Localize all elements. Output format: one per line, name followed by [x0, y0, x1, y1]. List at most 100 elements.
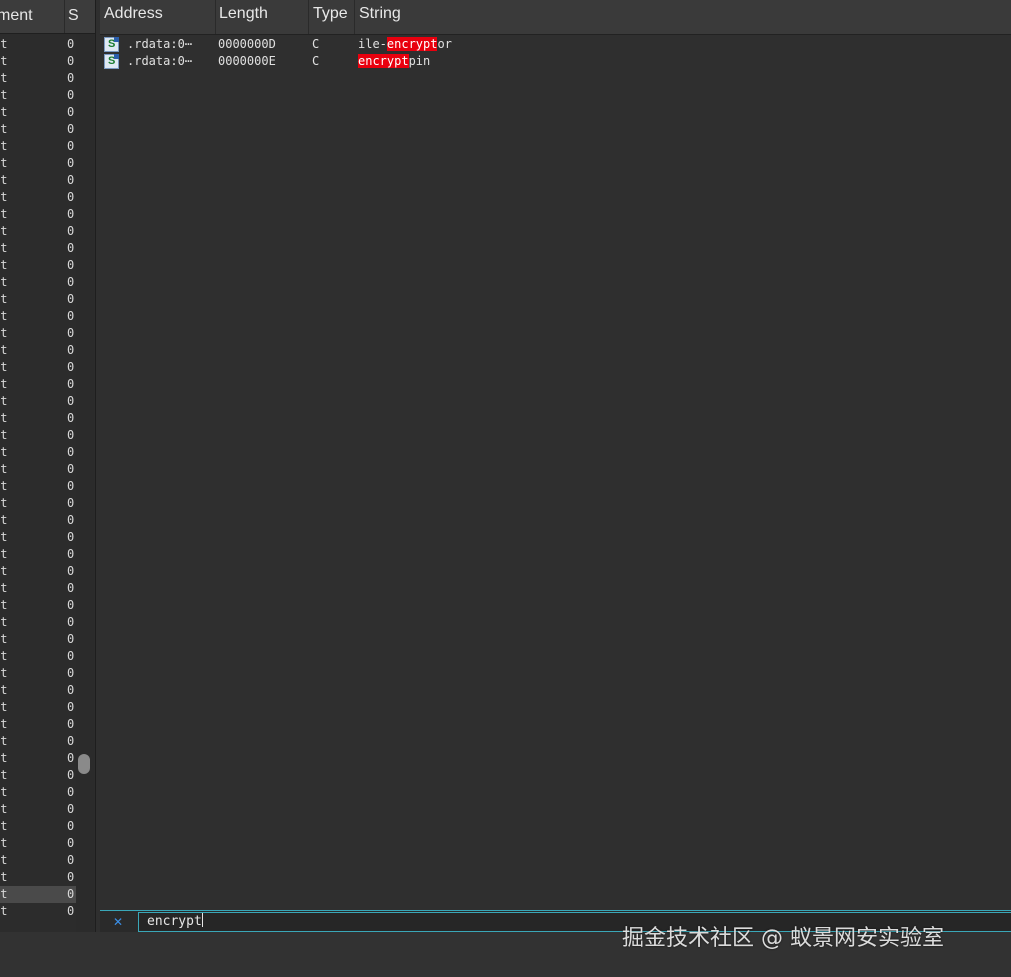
segment-row[interactable]: xt 0: [0, 852, 76, 869]
segment-name: xt: [0, 887, 8, 901]
segment-name: xt: [0, 751, 8, 765]
column-header-address[interactable]: Address: [100, 0, 216, 34]
segment-name: xt: [0, 54, 8, 68]
second-column-header[interactable]: S: [65, 0, 78, 33]
segment-row[interactable]: xt 0: [0, 733, 76, 750]
segment-row[interactable]: xt 0: [0, 189, 76, 206]
segment-row[interactable]: xt 0: [0, 495, 76, 512]
segment-row[interactable]: xt 0: [0, 342, 76, 359]
segment-row[interactable]: xt 0: [0, 716, 76, 733]
segment-row[interactable]: xt 0: [0, 614, 76, 631]
segment-row[interactable]: xt 0: [0, 393, 76, 410]
segment-value: 0: [67, 598, 75, 612]
segment-row[interactable]: xt 0: [0, 240, 76, 257]
row-length: 0000000E: [218, 54, 276, 68]
row-address: .rdata:0⋯: [127, 54, 193, 68]
segment-row[interactable]: xt 0: [0, 308, 76, 325]
string-row[interactable]: S .rdata:0⋯ 0000000E C encryptpin: [100, 53, 1011, 70]
segment-value: 0: [67, 428, 75, 442]
segment-row[interactable]: xt 0: [0, 767, 76, 784]
column-header-string[interactable]: String: [355, 0, 1011, 34]
column-header-type[interactable]: Type: [309, 0, 355, 34]
segment-name: xt: [0, 700, 8, 714]
segment-row[interactable]: xt 0: [0, 70, 76, 87]
segment-row[interactable]: xt 0: [0, 563, 76, 580]
segment-name: xt: [0, 377, 8, 391]
segment-row[interactable]: xt 0: [0, 699, 76, 716]
segment-row[interactable]: xt 0: [0, 53, 76, 70]
segment-row[interactable]: xt 0: [0, 903, 76, 920]
segment-name: xt: [0, 513, 8, 527]
segment-value: 0: [67, 819, 75, 833]
segment-row[interactable]: xt 0: [0, 478, 76, 495]
segment-value: 0: [67, 88, 75, 102]
segment-row[interactable]: xt 0: [0, 87, 76, 104]
column-header-length[interactable]: Length: [215, 0, 309, 34]
segment-row[interactable]: xt 0: [0, 410, 76, 427]
watermark: 掘金技术社区 @ 蚁景网安实验室: [622, 926, 944, 951]
segment-row[interactable]: xt 0: [0, 580, 76, 597]
segment-row[interactable]: xt 0: [0, 121, 76, 138]
segment-value: 0: [67, 360, 75, 374]
close-icon[interactable]: ✕: [110, 914, 126, 930]
segments-header: ment S: [0, 0, 95, 34]
segment-row[interactable]: xt 0: [0, 104, 76, 121]
segment-row[interactable]: xt 0: [0, 444, 76, 461]
string-row[interactable]: S .rdata:0⋯ 0000000D C ile-encryptor: [100, 36, 1011, 53]
segment-row[interactable]: xt 0: [0, 138, 76, 155]
segment-value: 0: [67, 258, 75, 272]
segment-row[interactable]: xt 0: [0, 784, 76, 801]
segments-scrollbar[interactable]: [76, 34, 94, 932]
segment-row[interactable]: xt 0: [0, 648, 76, 665]
segment-row[interactable]: xt 0: [0, 869, 76, 886]
segment-name: xt: [0, 224, 8, 238]
segment-row[interactable]: xt 0: [0, 801, 76, 818]
segment-row[interactable]: xt 0: [0, 682, 76, 699]
segment-row[interactable]: xt 0: [0, 274, 76, 291]
segment-row[interactable]: xt 0: [0, 36, 76, 53]
segment-row[interactable]: xt 0: [0, 631, 76, 648]
segment-value: 0: [67, 326, 75, 340]
scrollbar-thumb[interactable]: [78, 754, 90, 774]
segment-value: 0: [67, 683, 75, 697]
segment-row[interactable]: xt 0: [0, 427, 76, 444]
row-type: C: [312, 37, 320, 51]
segment-name: xt: [0, 326, 8, 340]
string-suffix: pin: [408, 54, 431, 68]
row-address: .rdata:0⋯: [127, 37, 193, 51]
segment-value: 0: [67, 581, 75, 595]
segment-name: xt: [0, 462, 8, 476]
segment-row[interactable]: xt 0: [0, 461, 76, 478]
segment-row[interactable]: xt 0: [0, 529, 76, 546]
segment-row[interactable]: xt 0: [0, 325, 76, 342]
segment-row[interactable]: xt 0: [0, 665, 76, 682]
row-length: 0000000D: [218, 37, 276, 51]
segment-row[interactable]: xt 0: [0, 359, 76, 376]
segment-value: 0: [67, 275, 75, 289]
segment-row[interactable]: xt 0: [0, 818, 76, 835]
segment-row[interactable]: xt 0: [0, 155, 76, 172]
segment-row[interactable]: xt 0: [0, 835, 76, 852]
segment-name: xt: [0, 411, 8, 425]
segment-value: 0: [67, 887, 75, 901]
segment-row[interactable]: xt 0: [0, 750, 76, 767]
segment-row[interactable]: xt 0: [0, 223, 76, 240]
segment-value: 0: [67, 513, 75, 527]
segment-row[interactable]: xt 0: [0, 597, 76, 614]
string-suffix: or: [437, 37, 452, 51]
segment-row[interactable]: xt 0: [0, 206, 76, 223]
segment-value: 0: [67, 37, 75, 51]
segment-row[interactable]: xt 0: [0, 376, 76, 393]
segment-row[interactable]: xt 0: [0, 257, 76, 274]
segment-value: 0: [67, 445, 75, 459]
segment-value: 0: [67, 802, 75, 816]
segment-name: xt: [0, 870, 8, 884]
segment-row[interactable]: xt 0: [0, 512, 76, 529]
segment-row[interactable]: xt 0: [0, 546, 76, 563]
segment-name: xt: [0, 445, 8, 459]
segment-row[interactable]: xt 0: [0, 886, 76, 903]
segment-column-header[interactable]: ment: [0, 0, 65, 33]
segment-row[interactable]: xt 0: [0, 291, 76, 308]
segment-row[interactable]: xt 0: [0, 172, 76, 189]
segment-name: xt: [0, 309, 8, 323]
